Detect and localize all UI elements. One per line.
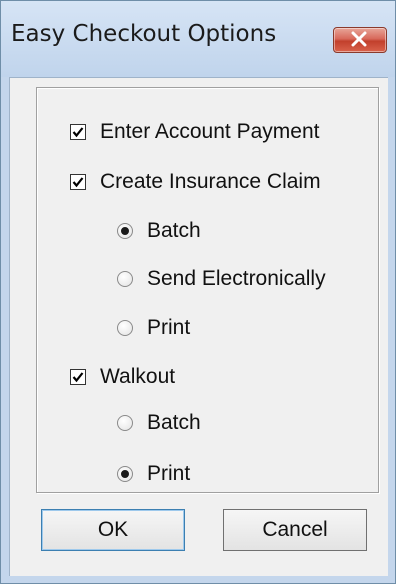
create-insurance-claim-label: Create Insurance Claim (100, 170, 321, 193)
walkout-print-label: Print (147, 462, 191, 485)
claim-send-electronically-radio[interactable] (117, 271, 133, 287)
claim-batch-label: Batch (147, 219, 201, 242)
walkout-print-option[interactable]: Print (117, 459, 190, 489)
claim-print-label: Print (147, 316, 191, 339)
close-button[interactable] (333, 27, 387, 53)
dialog-window: Easy Checkout Options Enter Account Paym… (0, 0, 396, 584)
claim-batch-option[interactable]: Batch (117, 216, 201, 246)
claim-send-electronically-label: Send Electronically (147, 267, 326, 290)
ok-button[interactable]: OK (41, 509, 185, 551)
claim-batch-radio[interactable] (117, 223, 133, 239)
walkout-print-radio[interactable] (117, 466, 133, 482)
claim-print-radio[interactable] (117, 320, 133, 336)
cancel-button[interactable]: Cancel (223, 509, 367, 551)
checkmark-icon (72, 177, 84, 188)
enter-account-payment-label: Enter Account Payment (100, 120, 320, 143)
create-insurance-claim-option[interactable]: Create Insurance Claim (70, 167, 321, 197)
walkout-checkbox[interactable] (70, 369, 86, 385)
walkout-batch-label: Batch (147, 411, 201, 434)
enter-account-payment-option[interactable]: Enter Account Payment (70, 117, 319, 147)
dialog-content: Enter Account Payment Create Insurance C… (9, 77, 388, 576)
enter-account-payment-checkbox[interactable] (70, 124, 86, 140)
walkout-batch-radio[interactable] (117, 415, 133, 431)
walkout-batch-option[interactable]: Batch (117, 408, 201, 438)
close-x-icon (351, 31, 367, 47)
claim-print-option[interactable]: Print (117, 313, 190, 343)
claim-send-electronically-option[interactable]: Send Electronically (117, 264, 326, 294)
checkmark-icon (72, 127, 84, 138)
checkmark-icon (72, 372, 84, 383)
title-bar[interactable]: Easy Checkout Options (1, 1, 395, 77)
create-insurance-claim-checkbox[interactable] (70, 174, 86, 190)
options-group: Enter Account Payment Create Insurance C… (36, 87, 379, 493)
window-title: Easy Checkout Options (11, 21, 277, 47)
walkout-option[interactable]: Walkout (70, 362, 175, 392)
walkout-label: Walkout (100, 365, 176, 388)
